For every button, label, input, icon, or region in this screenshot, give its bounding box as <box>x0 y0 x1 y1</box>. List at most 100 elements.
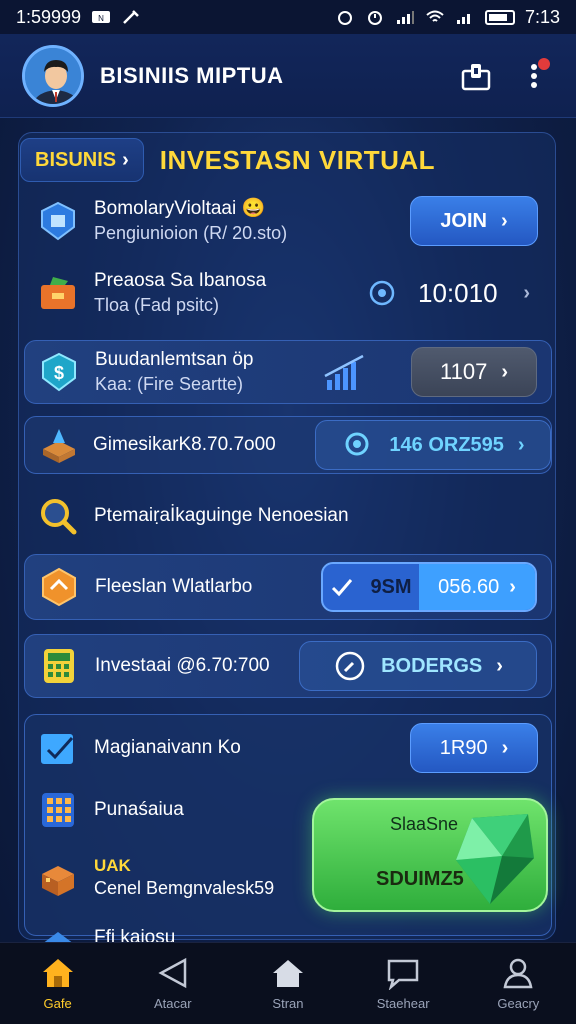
nav-label: Staehear <box>376 996 430 1011</box>
row-subtitle: Tloa (Fad psitc) <box>94 294 220 315</box>
calculator-icon <box>44 649 74 683</box>
list-item[interactable]: Investaai @6.70:700 BODERGS › <box>24 634 552 698</box>
breadcrumb-label: BISUNIS <box>35 148 117 171</box>
svg-text:$: $ <box>54 363 64 383</box>
orders-button[interactable]: 146 ORZ595 › <box>315 420 551 470</box>
row-title: BomolaryVioltaai 😀 <box>94 197 266 219</box>
amount-button[interactable]: 10:010 › <box>410 268 538 318</box>
amount-value: 10:010 <box>418 277 498 308</box>
battery-icon <box>484 9 515 25</box>
join-button-label: JOIN <box>440 209 487 232</box>
chevron-right-icon: › <box>517 433 525 456</box>
magnifier-icon <box>41 499 77 535</box>
timer-icon <box>367 11 382 25</box>
list-item[interactable]: Ffi kaiosu <box>24 926 552 942</box>
row-title: UAK <box>94 856 131 876</box>
triangle-icon <box>158 957 187 989</box>
diamond-icon <box>44 932 72 942</box>
trade-left-label: 9SM <box>370 575 412 598</box>
trade-left[interactable]: 9SM <box>323 564 419 610</box>
nav-label: Atacar <box>153 996 192 1011</box>
row-subtitle: Cenel Bemgnvalesk59 <box>94 878 275 899</box>
status-bar: 1:59999 N 7:13 <box>0 0 576 34</box>
person-icon <box>25 47 81 104</box>
list-item[interactable]: Magianaivann Ko 1R90 › <box>24 722 552 774</box>
crystal-box-icon <box>43 429 75 463</box>
nav-item-home[interactable]: Gafe <box>3 956 113 1011</box>
alarm-icon <box>337 11 352 25</box>
boost-button[interactable]: BODERGS › <box>299 641 537 691</box>
avatar[interactable] <box>22 44 84 107</box>
value-button[interactable]: 1107 › <box>411 347 537 397</box>
list-item[interactable]: Preaosa Sa Ibanosa Tloa (Fad psitc) 10:0… <box>24 264 552 322</box>
chevron-right-icon: › <box>509 575 516 598</box>
search-icon <box>345 432 369 456</box>
list-item[interactable]: $ Buudanlemtsan öp Kaa: (Fire Seartte) 1… <box>24 340 552 404</box>
compass-icon <box>335 651 365 681</box>
trade-right[interactable]: 056.60 › <box>419 564 535 610</box>
orders-label: 146 ORZ595 <box>389 433 504 456</box>
row-subtitle: Pengiunioion (R/ 20.sto) <box>94 222 288 243</box>
share-button[interactable] <box>456 56 496 96</box>
edit-check-icon <box>41 734 74 764</box>
value-label: 1107 <box>440 359 488 384</box>
house-icon <box>272 960 303 987</box>
svg-text:N: N <box>98 14 104 23</box>
row-title: Ptemaiṛaİkaguinge Nenoesian <box>94 504 349 526</box>
tool-icon <box>123 10 139 24</box>
more-menu-button[interactable] <box>514 56 554 96</box>
row-title: GimesikarK8.70.7o00 <box>93 433 276 455</box>
boost-label: BODERGS <box>381 654 483 677</box>
shield-icon <box>41 201 75 241</box>
message-icon <box>387 959 419 990</box>
count-button[interactable]: 1R90 › <box>410 723 538 773</box>
app-notification-icon: N <box>92 11 111 23</box>
row-title: Buudanlemtsan öp <box>95 348 254 370</box>
nav-item-messages[interactable]: Staehear <box>348 956 458 1011</box>
nav-item-stran[interactable]: Stran <box>233 956 343 1011</box>
grid-calculator-icon <box>42 793 74 827</box>
bottom-nav: Gafe Atacar Stran Staehear Geacry <box>0 942 576 1024</box>
nav-label: Gafe <box>43 996 72 1011</box>
emerald-gem-icon <box>456 814 534 904</box>
list-item[interactable]: Fleeslan Wlatlarbo 9SM 056.60 › <box>24 554 552 620</box>
chevron-right-icon: › <box>496 654 503 677</box>
profile-icon <box>503 958 533 989</box>
chevron-right-icon: › <box>501 736 509 759</box>
growth-chart-icon <box>324 354 364 390</box>
section-title: INVESTASN VIRTUAL <box>159 144 436 175</box>
chevron-right-icon: › <box>501 360 508 383</box>
list-item[interactable]: BomolaryVioltaai 😀 Pengiunioion (R/ 20.s… <box>24 192 552 250</box>
join-button[interactable]: JOIN › <box>410 196 538 246</box>
trade-right-label: 056.60 <box>438 575 500 598</box>
hexagon-icon <box>42 567 76 607</box>
row-subtitle: Kaa: (Fire Seartte) <box>95 373 244 394</box>
check-icon <box>332 579 353 597</box>
share-icon <box>461 63 491 90</box>
trade-toggle[interactable]: 9SM 056.60 › <box>321 562 537 612</box>
row-title: Ffi kaiosu <box>94 927 176 942</box>
list-item[interactable]: UAK Cenel Bemgnvalesk59 <box>24 848 324 908</box>
cta-button[interactable]: SlaaSne SDUIMZ5 <box>312 798 548 912</box>
breadcrumb[interactable]: BISUNIS › <box>20 138 144 182</box>
row-title: Magianaivann Ko <box>94 736 241 758</box>
notification-badge <box>538 57 550 70</box>
page-title: BISINIIS MIPTUA <box>100 62 284 88</box>
row-title: Fleeslan Wlatlarbo <box>95 575 253 597</box>
count-label: 1R90 <box>439 736 488 759</box>
signal2-icon <box>456 14 470 24</box>
treasure-chest-icon <box>42 866 74 896</box>
nav-item-attack[interactable]: Atacar <box>118 956 228 1011</box>
signal-icon <box>396 11 414 24</box>
list-item[interactable]: Ptemaiṛaİkaguinge Nenoesian <box>24 490 552 542</box>
home-icon <box>42 959 73 987</box>
status-time: 1:59999 <box>16 6 82 27</box>
chevron-right-icon: › <box>501 209 508 232</box>
chevron-right-icon: › <box>523 281 530 304</box>
nav-item-profile[interactable]: Geacry <box>463 956 573 1011</box>
list-item[interactable]: GimesikarK8.70.7o00 146 ORZ595 › <box>24 416 552 474</box>
nav-label: Stran <box>272 996 304 1011</box>
nav-label: Geacry <box>497 996 540 1011</box>
wifi-icon <box>426 10 444 22</box>
dollar-shield-icon: $ <box>42 352 76 392</box>
